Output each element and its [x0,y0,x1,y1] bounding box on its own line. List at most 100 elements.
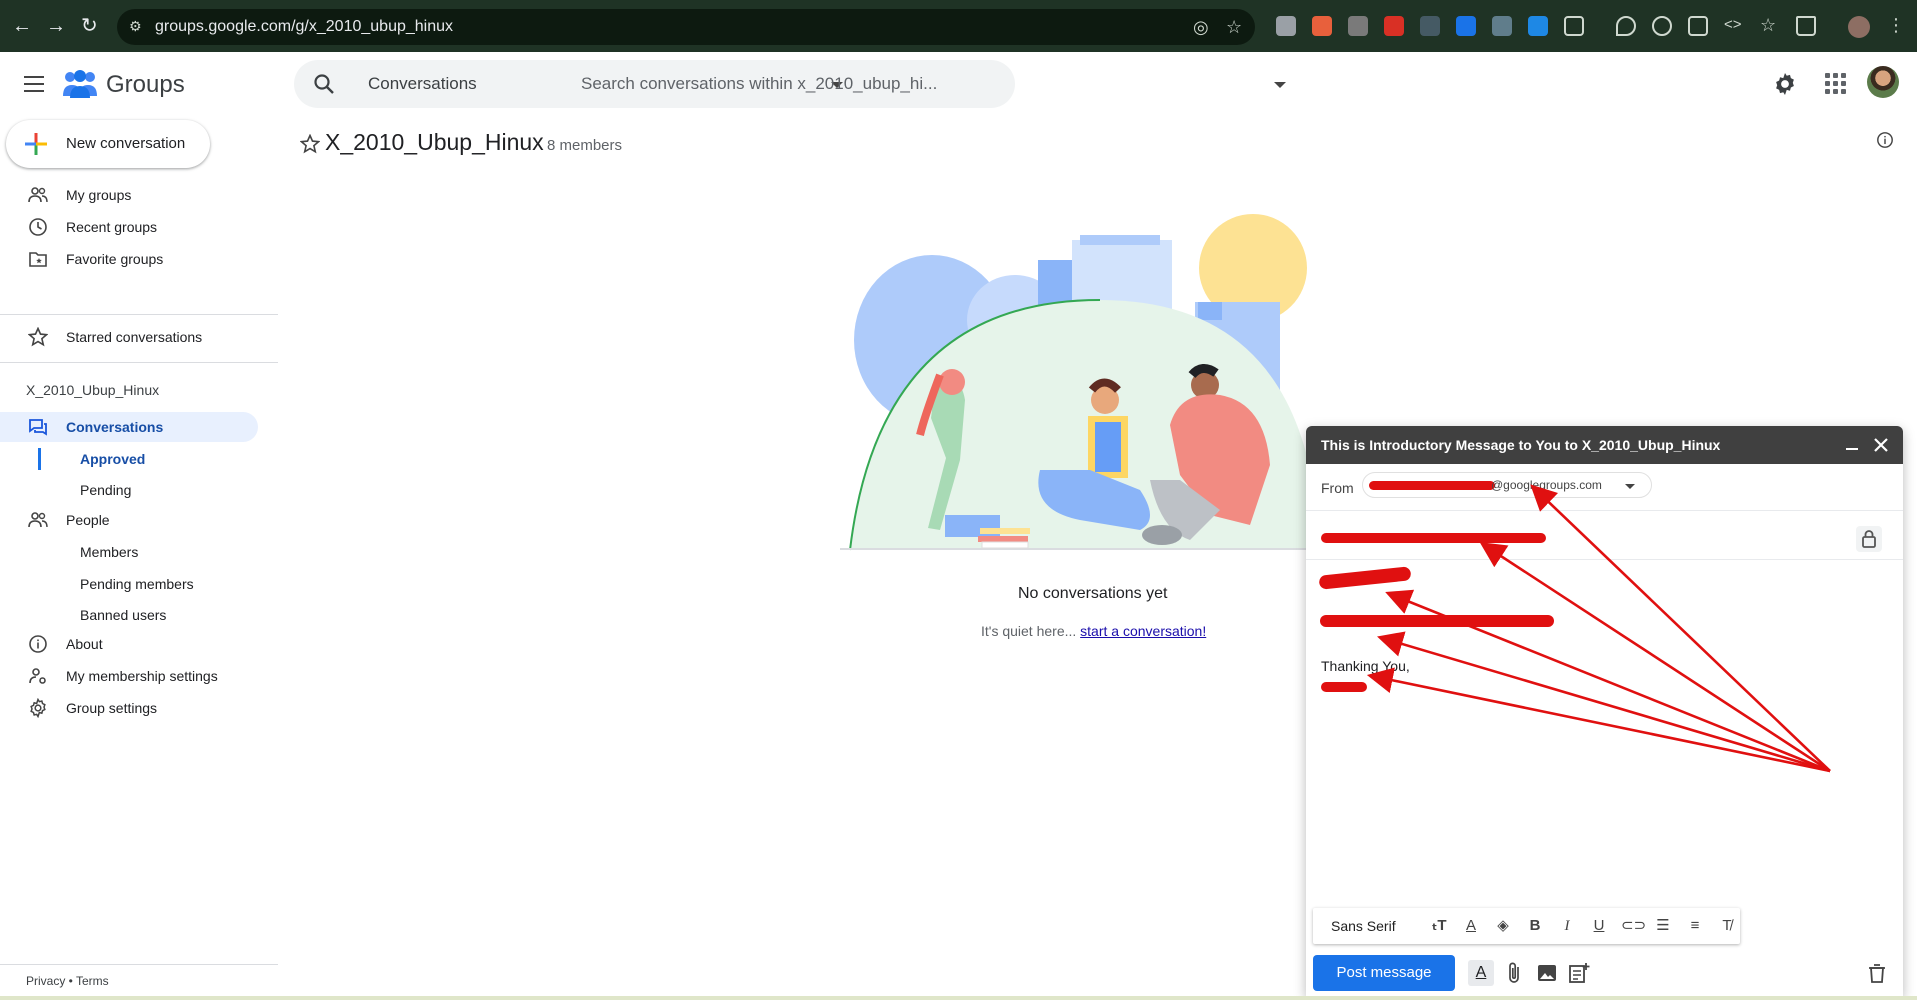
nav-members[interactable]: Members [80,544,138,560]
empty-state-title: No conversations yet [1018,585,1168,602]
extension-icon[interactable] [1384,16,1404,36]
search-icon[interactable] [312,72,336,96]
forward-icon[interactable]: → [46,14,66,38]
italic-icon[interactable]: I [1557,916,1577,936]
nav-pending[interactable]: Pending [80,482,131,498]
tab-layout-icon[interactable] [1688,16,1708,36]
search-input[interactable]: Search conversations within x_2010_ubup_… [581,74,937,94]
bulleted-list-icon[interactable]: ≡ [1685,916,1705,936]
address-url[interactable]: groups.google.com/g/x_2010_ubup_hinux [155,18,453,36]
divider [1306,559,1903,560]
code-icon[interactable]: <> [1724,16,1744,36]
location-icon[interactable] [1616,16,1636,36]
extension-icon[interactable] [1528,16,1548,36]
link-icon[interactable]: ⊂⊃ [1621,916,1646,936]
extension-icon[interactable] [1420,16,1440,36]
discard-trash-icon[interactable] [1864,960,1890,986]
redacted-subject-input[interactable] [1321,533,1546,543]
divider [1306,510,1903,511]
camera-extension-icon[interactable] [1276,16,1296,36]
redacted-body-line [1320,615,1554,627]
settings-gear-icon[interactable] [1772,71,1798,97]
bookmark-star-icon[interactable]: ☆ [1226,17,1242,38]
main-menu-button[interactable] [22,72,46,96]
attach-file-icon[interactable] [1502,960,1528,986]
history-icon[interactable] [1652,16,1672,36]
privacy-terms-links[interactable]: Privacy • Terms [26,974,109,988]
nav-recent-groups[interactable]: Recent groups [66,219,157,235]
profile-avatar[interactable] [1848,16,1870,38]
search-bar[interactable]: Conversations Search conversations withi… [294,60,1286,108]
trash-icon[interactable] [1796,16,1816,36]
nav-my-groups[interactable]: My groups [66,187,131,203]
start-conversation-link[interactable]: start a conversation! [1080,623,1206,639]
clear-formatting-icon[interactable]: T̸ [1717,916,1737,936]
person-settings-icon [29,668,46,684]
empty-state-illustration [840,214,1320,551]
google-apps-icon[interactable] [1825,73,1847,95]
sidebar-divider [0,964,278,965]
underline-icon[interactable]: U [1589,916,1609,936]
window-bottom-edge [0,996,1917,1000]
extension-icon[interactable] [1492,16,1512,36]
lock-icon[interactable] [1856,526,1882,552]
nav-conversations[interactable]: Conversations [66,419,163,435]
account-avatar[interactable] [1867,66,1899,98]
browser-toolbar: ← → ↻ ⚙ groups.google.com/g/x_2010_ubup_… [0,0,1917,52]
nav-people[interactable]: People [66,512,110,528]
favorites-star-icon[interactable]: ☆ [1760,16,1780,36]
font-family-select[interactable]: Sans Serif [1331,918,1396,934]
nav-banned-users[interactable]: Banned users [80,607,166,623]
post-message-button[interactable]: Post message [1313,955,1455,991]
minimize-icon[interactable] [1846,448,1858,450]
extension-icon[interactable] [1312,16,1332,36]
app-brand: Groups [106,71,185,98]
close-icon[interactable] [1871,435,1891,455]
nav-starred-conversations[interactable]: Starred conversations [66,329,202,345]
search-options-chevron-icon[interactable] [1274,82,1286,88]
eye-off-icon[interactable]: ◎ [1193,17,1209,38]
text-color-icon[interactable]: A [1461,916,1481,936]
text-size-icon[interactable]: ₜT [1429,916,1449,936]
nav-membership-settings[interactable]: My membership settings [66,668,218,684]
favorite-star-icon[interactable] [300,134,320,154]
clock-icon [29,218,47,236]
back-icon[interactable]: ← [12,14,32,38]
extension-icon[interactable] [1456,16,1476,36]
nav-favorite-groups[interactable]: Favorite groups [66,251,163,267]
insert-template-icon[interactable] [1566,960,1592,986]
members-count[interactable]: 8 members [547,137,622,154]
info-icon[interactable] [1876,131,1894,149]
groups-logo-icon [63,70,97,98]
sidebar-divider [0,314,278,315]
nav-pending-members[interactable]: Pending members [80,576,194,592]
sidebar-group-name[interactable]: X_2010_Ubup_Hinux [26,382,159,398]
search-scope-dropdown[interactable]: Conversations [368,74,477,94]
gear-icon [30,698,46,718]
site-info-icon[interactable]: ⚙ [129,18,147,36]
numbered-list-icon[interactable]: ☰ [1653,916,1673,936]
reload-icon[interactable]: ↻ [81,14,98,38]
formatting-options-icon[interactable]: A [1468,960,1494,986]
extension-icon[interactable] [1348,16,1368,36]
bold-icon[interactable]: B [1525,916,1545,936]
plus-icon [25,133,47,155]
highlight-color-icon[interactable]: ◈ [1493,916,1513,936]
redacted-email [1369,481,1495,490]
empty-state-message: It's quiet here... [981,623,1081,639]
from-domain: @googlegroups.com [1491,478,1602,492]
from-select[interactable]: @googlegroups.com [1362,472,1652,498]
folder-star-icon [29,252,47,267]
extensions-puzzle-icon[interactable] [1564,16,1584,36]
new-conversation-button[interactable]: New conversation [6,120,210,168]
active-indicator [38,448,41,470]
nav-approved[interactable]: Approved [80,451,145,467]
nav-about[interactable]: About [66,636,103,652]
insert-image-icon[interactable] [1534,960,1560,986]
body-closing[interactable]: Thanking You, [1321,658,1410,674]
chevron-down-icon[interactable] [1625,484,1635,489]
nav-group-settings[interactable]: Group settings [66,700,157,716]
new-conversation-label: New conversation [66,135,186,152]
address-bar[interactable]: ⚙ groups.google.com/g/x_2010_ubup_hinux … [117,9,1255,45]
browser-menu-icon[interactable]: ⋮ [1886,16,1906,36]
